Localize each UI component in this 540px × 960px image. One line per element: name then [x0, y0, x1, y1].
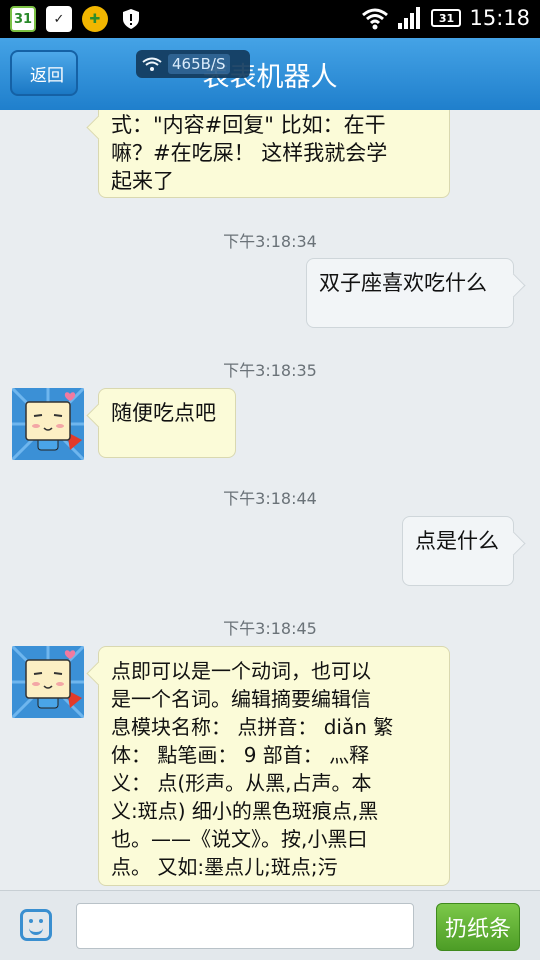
message-input[interactable]	[76, 903, 414, 949]
message-list[interactable]: 式："内容#回复" 比如：在干 嘛？#在吃屎！ 这样我就会学 起来了 下午3:1…	[0, 110, 540, 890]
shield-icon	[118, 6, 144, 32]
message-line: 双子座喜欢吃什么	[319, 271, 487, 295]
page-title: 表表机器人	[202, 62, 338, 93]
sent-message[interactable]: 点是什么	[402, 516, 514, 586]
message-timestamp: 下午3:18:34	[223, 232, 317, 251]
message-line: 点是什么	[415, 529, 499, 553]
input-bar: 扔纸条	[0, 890, 540, 960]
message-timestamp: 下午3:18:44	[223, 489, 317, 508]
wifi-icon	[362, 8, 389, 30]
sent-message[interactable]: 双子座喜欢吃什么	[306, 258, 514, 328]
message-line: 点。 又如:墨点儿;斑点;污	[111, 855, 338, 879]
message-line: 义:斑点) 细小的黑色斑痕点,黑	[111, 799, 379, 823]
robot-avatar[interactable]	[12, 646, 84, 718]
check-icon: ✓	[46, 6, 72, 32]
message-timestamp: 下午3:18:45	[223, 619, 317, 638]
message-line: 是一个名词。编辑摘要编辑信	[111, 687, 371, 711]
title-bar: 返回 表表机器人 465B/S	[0, 38, 540, 110]
message-line: 体： 點笔画： 9 部首： 灬释	[111, 743, 370, 767]
message-timestamp: 下午3:18:35	[223, 361, 317, 380]
message-line: 也。——《说文》。按,小黑曰	[111, 827, 368, 851]
received-message[interactable]: 随便吃点吧	[98, 388, 236, 458]
clock: 15:18	[469, 6, 530, 30]
battery-icon: 31	[431, 9, 462, 27]
network-speed: 465B/S	[168, 54, 230, 74]
robot-avatar[interactable]	[12, 388, 84, 460]
message-line: 嘛？#在吃屎！ 这样我就会学	[111, 141, 388, 165]
send-button[interactable]: 扔纸条	[436, 903, 520, 951]
message-line: 起来了	[111, 169, 174, 193]
wifi-icon	[142, 57, 162, 71]
emoji-icon[interactable]	[20, 909, 52, 941]
system-icons: 31 15:18	[361, 6, 530, 30]
signal-icon	[398, 7, 421, 29]
notification-icons: 31 ✓ ✚	[10, 6, 144, 32]
network-speed-overlay: 465B/S	[136, 50, 250, 78]
message-line: 点即可以是一个动词，也可以	[111, 659, 371, 683]
plus-icon: ✚	[82, 6, 108, 32]
received-message[interactable]: 式："内容#回复" 比如：在干 嘛？#在吃屎！ 这样我就会学 起来了	[98, 110, 450, 198]
status-bar: 31 ✓ ✚ 31 15:18	[0, 0, 540, 38]
message-line: 随便吃点吧	[111, 401, 216, 425]
calendar-icon: 31	[10, 6, 36, 32]
message-line: 式："内容#回复" 比如：在干	[111, 113, 386, 137]
message-line: 义： 点(形声。从黑,占声。本	[111, 771, 372, 795]
message-line: 息模块名称： 点拼音： diǎn 繁	[111, 715, 394, 739]
received-message[interactable]: 点即可以是一个动词，也可以 是一个名词。编辑摘要编辑信 息模块名称： 点拼音： …	[98, 646, 450, 886]
